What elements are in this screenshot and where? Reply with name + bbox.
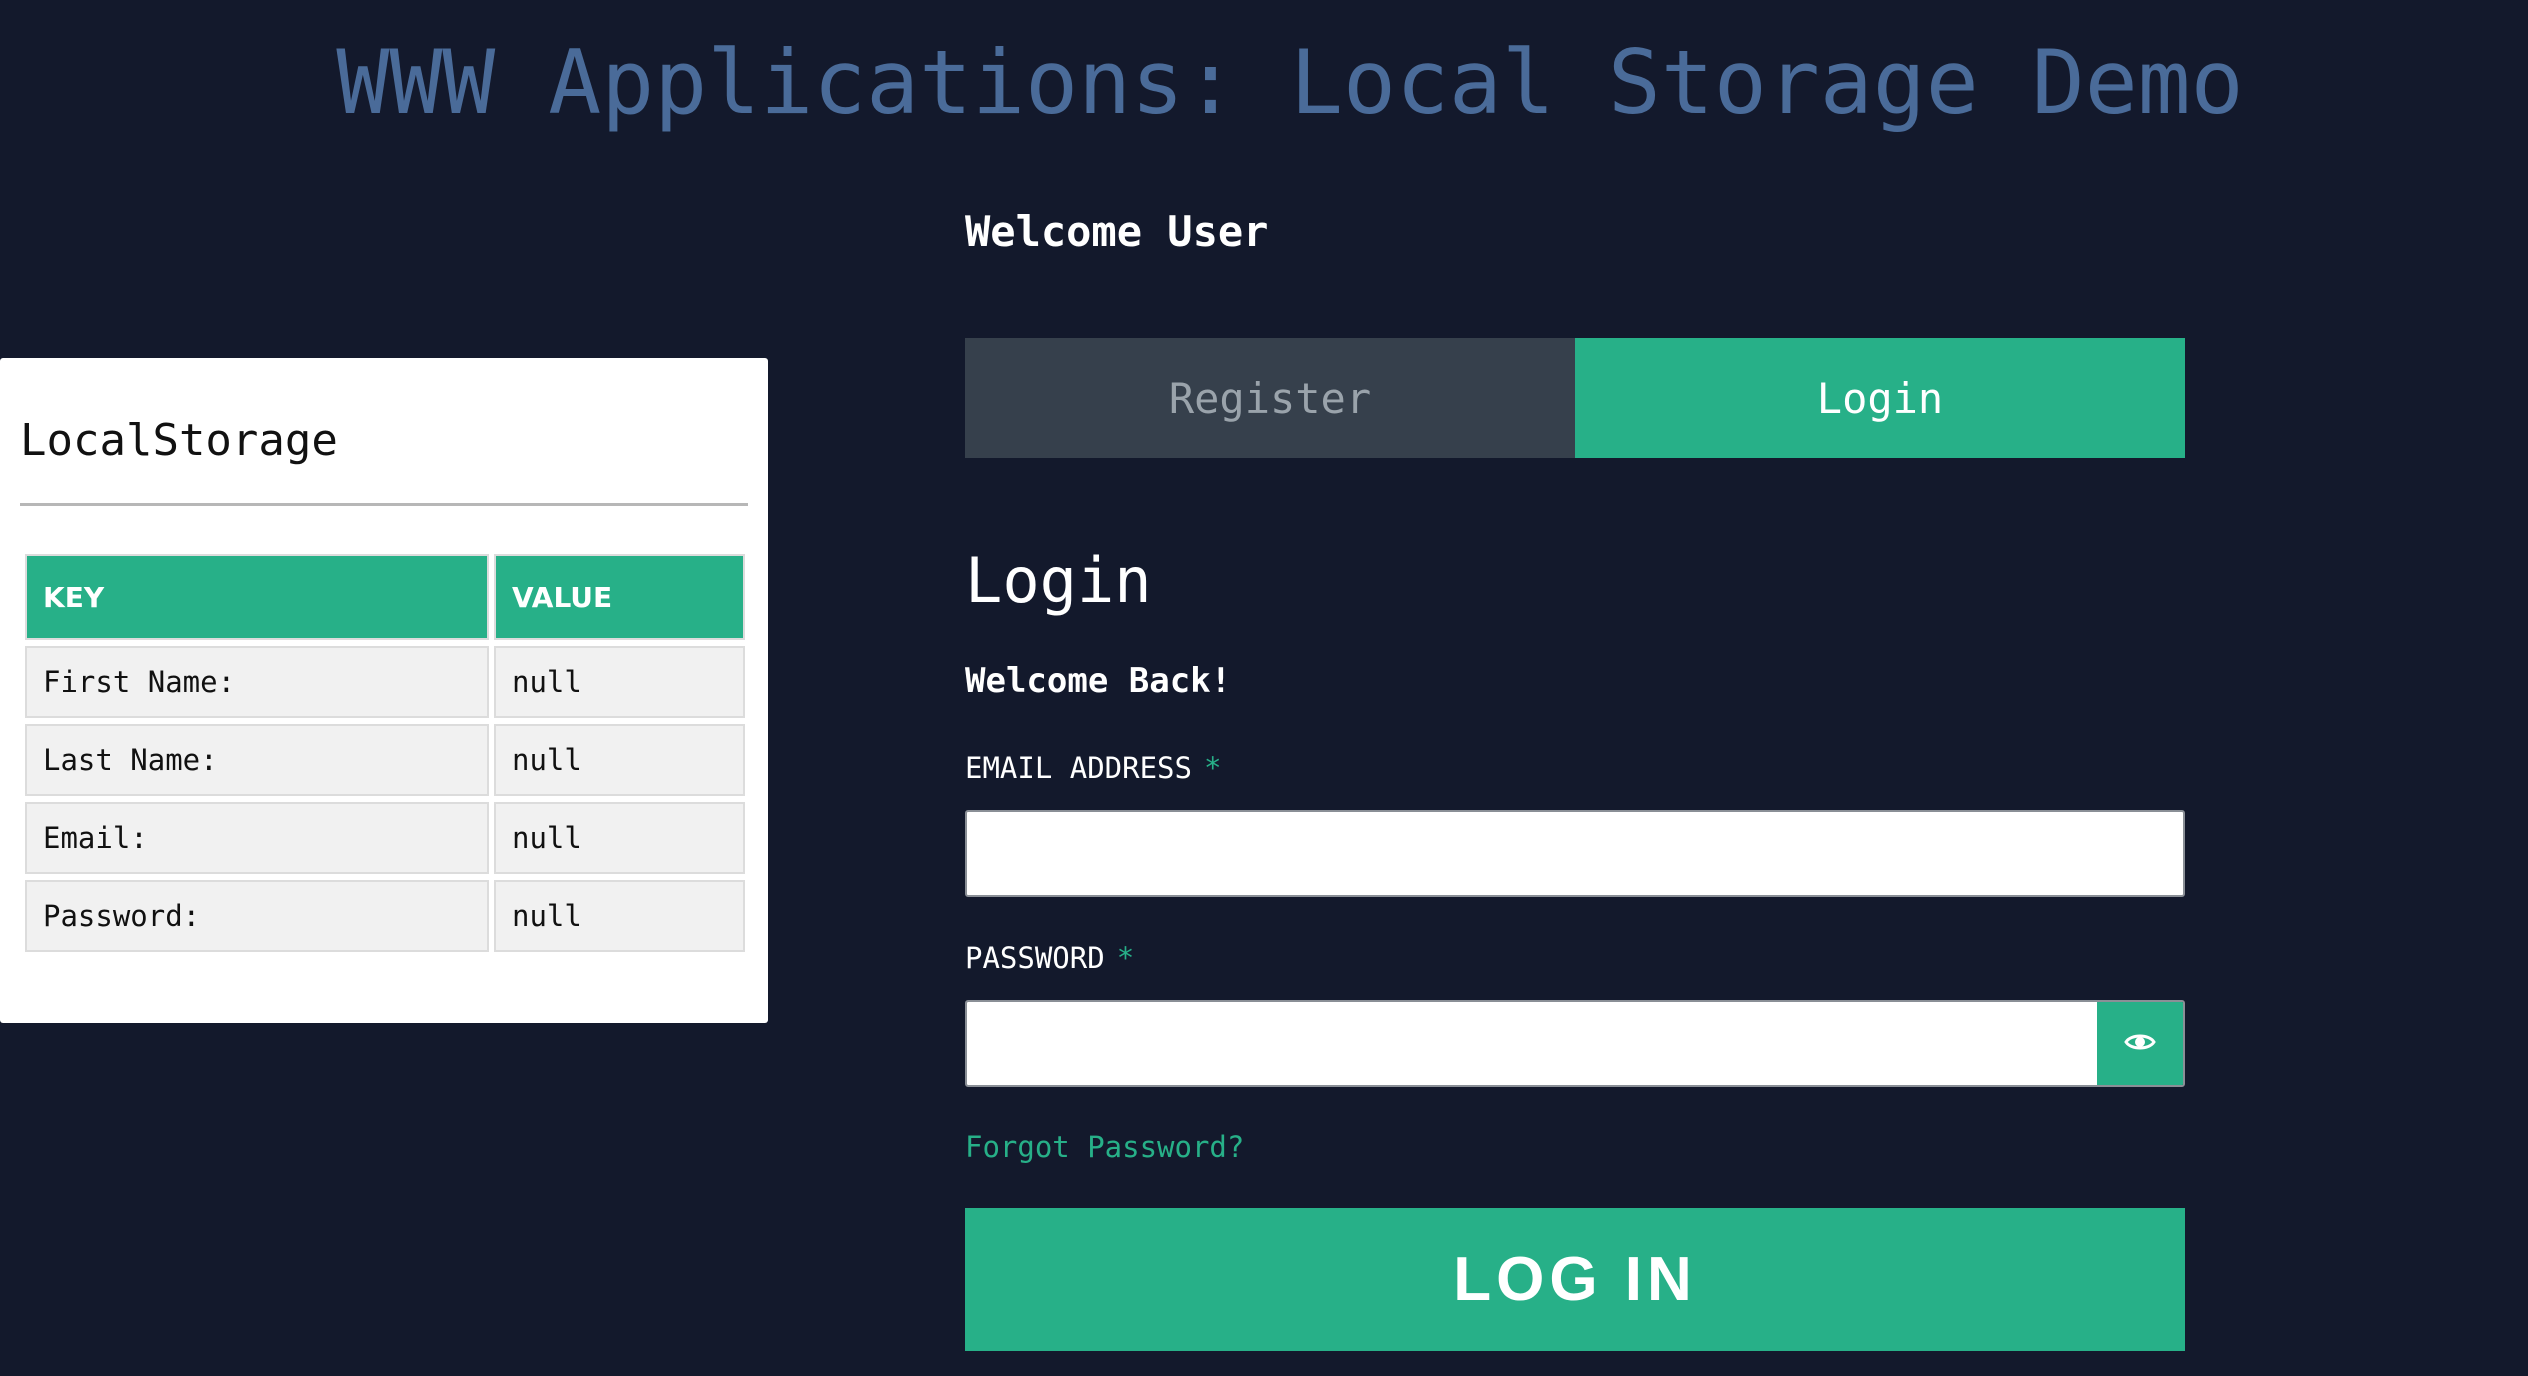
table-row: Password: null <box>25 880 745 952</box>
row-key-first-name: First Name: <box>25 646 489 718</box>
password-label: PASSWORD * <box>965 940 1134 976</box>
divider <box>20 503 748 506</box>
password-field[interactable] <box>967 1002 2097 1085</box>
tab-login[interactable]: Login <box>1575 338 2185 458</box>
auth-tabs: Register Login <box>965 338 2185 458</box>
column-header-value: VALUE <box>494 554 745 640</box>
welcome-user-heading: Welcome User <box>965 207 1269 256</box>
column-header-key: KEY <box>25 554 489 640</box>
page-title: WWW Applications: Local Storage Demo <box>336 31 2244 134</box>
password-field-group <box>965 1000 2185 1087</box>
local-storage-table: KEY VALUE First Name: null Last Name: nu… <box>20 548 750 958</box>
row-value-email: null <box>494 802 745 874</box>
local-storage-title: LocalStorage <box>20 415 338 466</box>
email-field[interactable] <box>965 810 2185 897</box>
eye-icon <box>2124 1031 2156 1057</box>
table-row: Last Name: null <box>25 724 745 796</box>
password-label-text: PASSWORD <box>965 941 1105 975</box>
local-storage-panel: LocalStorage KEY VALUE First Name: null … <box>0 358 768 1023</box>
login-submit-button[interactable]: LOG IN <box>965 1208 2185 1351</box>
tab-register[interactable]: Register <box>965 338 1575 458</box>
row-key-password: Password: <box>25 880 489 952</box>
row-value-password: null <box>494 880 745 952</box>
email-label: EMAIL ADDRESS * <box>965 750 1221 786</box>
required-marker: * <box>1116 941 1135 975</box>
table-row: Email: null <box>25 802 745 874</box>
login-form-heading: Login <box>965 544 1152 617</box>
required-marker: * <box>1203 751 1222 785</box>
row-key-last-name: Last Name: <box>25 724 489 796</box>
row-key-email: Email: <box>25 802 489 874</box>
row-value-first-name: null <box>494 646 745 718</box>
forgot-password-link[interactable]: Forgot Password? <box>965 1129 1244 1165</box>
row-value-last-name: null <box>494 724 745 796</box>
table-header-row: KEY VALUE <box>25 554 745 640</box>
show-password-button[interactable] <box>2097 1002 2183 1085</box>
login-form-subheading: Welcome Back! <box>965 661 1232 701</box>
email-label-text: EMAIL ADDRESS <box>965 751 1192 785</box>
page: WWW Applications: Local Storage Demo Loc… <box>0 0 2528 1376</box>
table-row: First Name: null <box>25 646 745 718</box>
